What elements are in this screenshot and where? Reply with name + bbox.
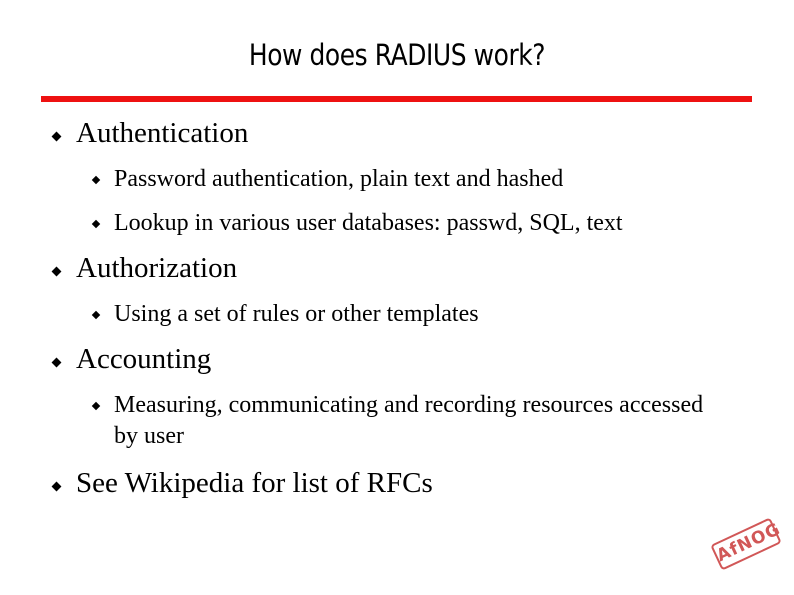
bullet-label: Accounting [76,343,212,375]
bullet-label: Authorization [76,252,238,284]
diamond-bullet-icon [91,175,101,185]
sub-bullet-text: Using a set of rules or other templates [114,301,479,327]
diamond-bullet-icon [51,357,62,368]
diamond-bullet-icon [51,131,62,142]
title-divider [41,96,752,102]
slide-title: How does RADIUS work? [248,38,546,72]
diamond-bullet-icon [91,401,101,411]
sub-bullet-text: Lookup in various user databases: passwd… [114,210,623,236]
diamond-bullet-icon [91,219,101,229]
diamond-bullet-icon [51,481,62,492]
afnog-logo: AfNOG [710,517,784,571]
bullet-label: See Wikipedia for list of RFCs [76,467,433,499]
diamond-bullet-icon [91,310,101,320]
bullet-label: Authentication [76,117,249,149]
diamond-bullet-icon [51,266,62,277]
sub-bullet-text: Measuring, communicating and recording r… [114,392,704,449]
sub-bullet-text: Password authentication, plain text and … [114,166,564,192]
